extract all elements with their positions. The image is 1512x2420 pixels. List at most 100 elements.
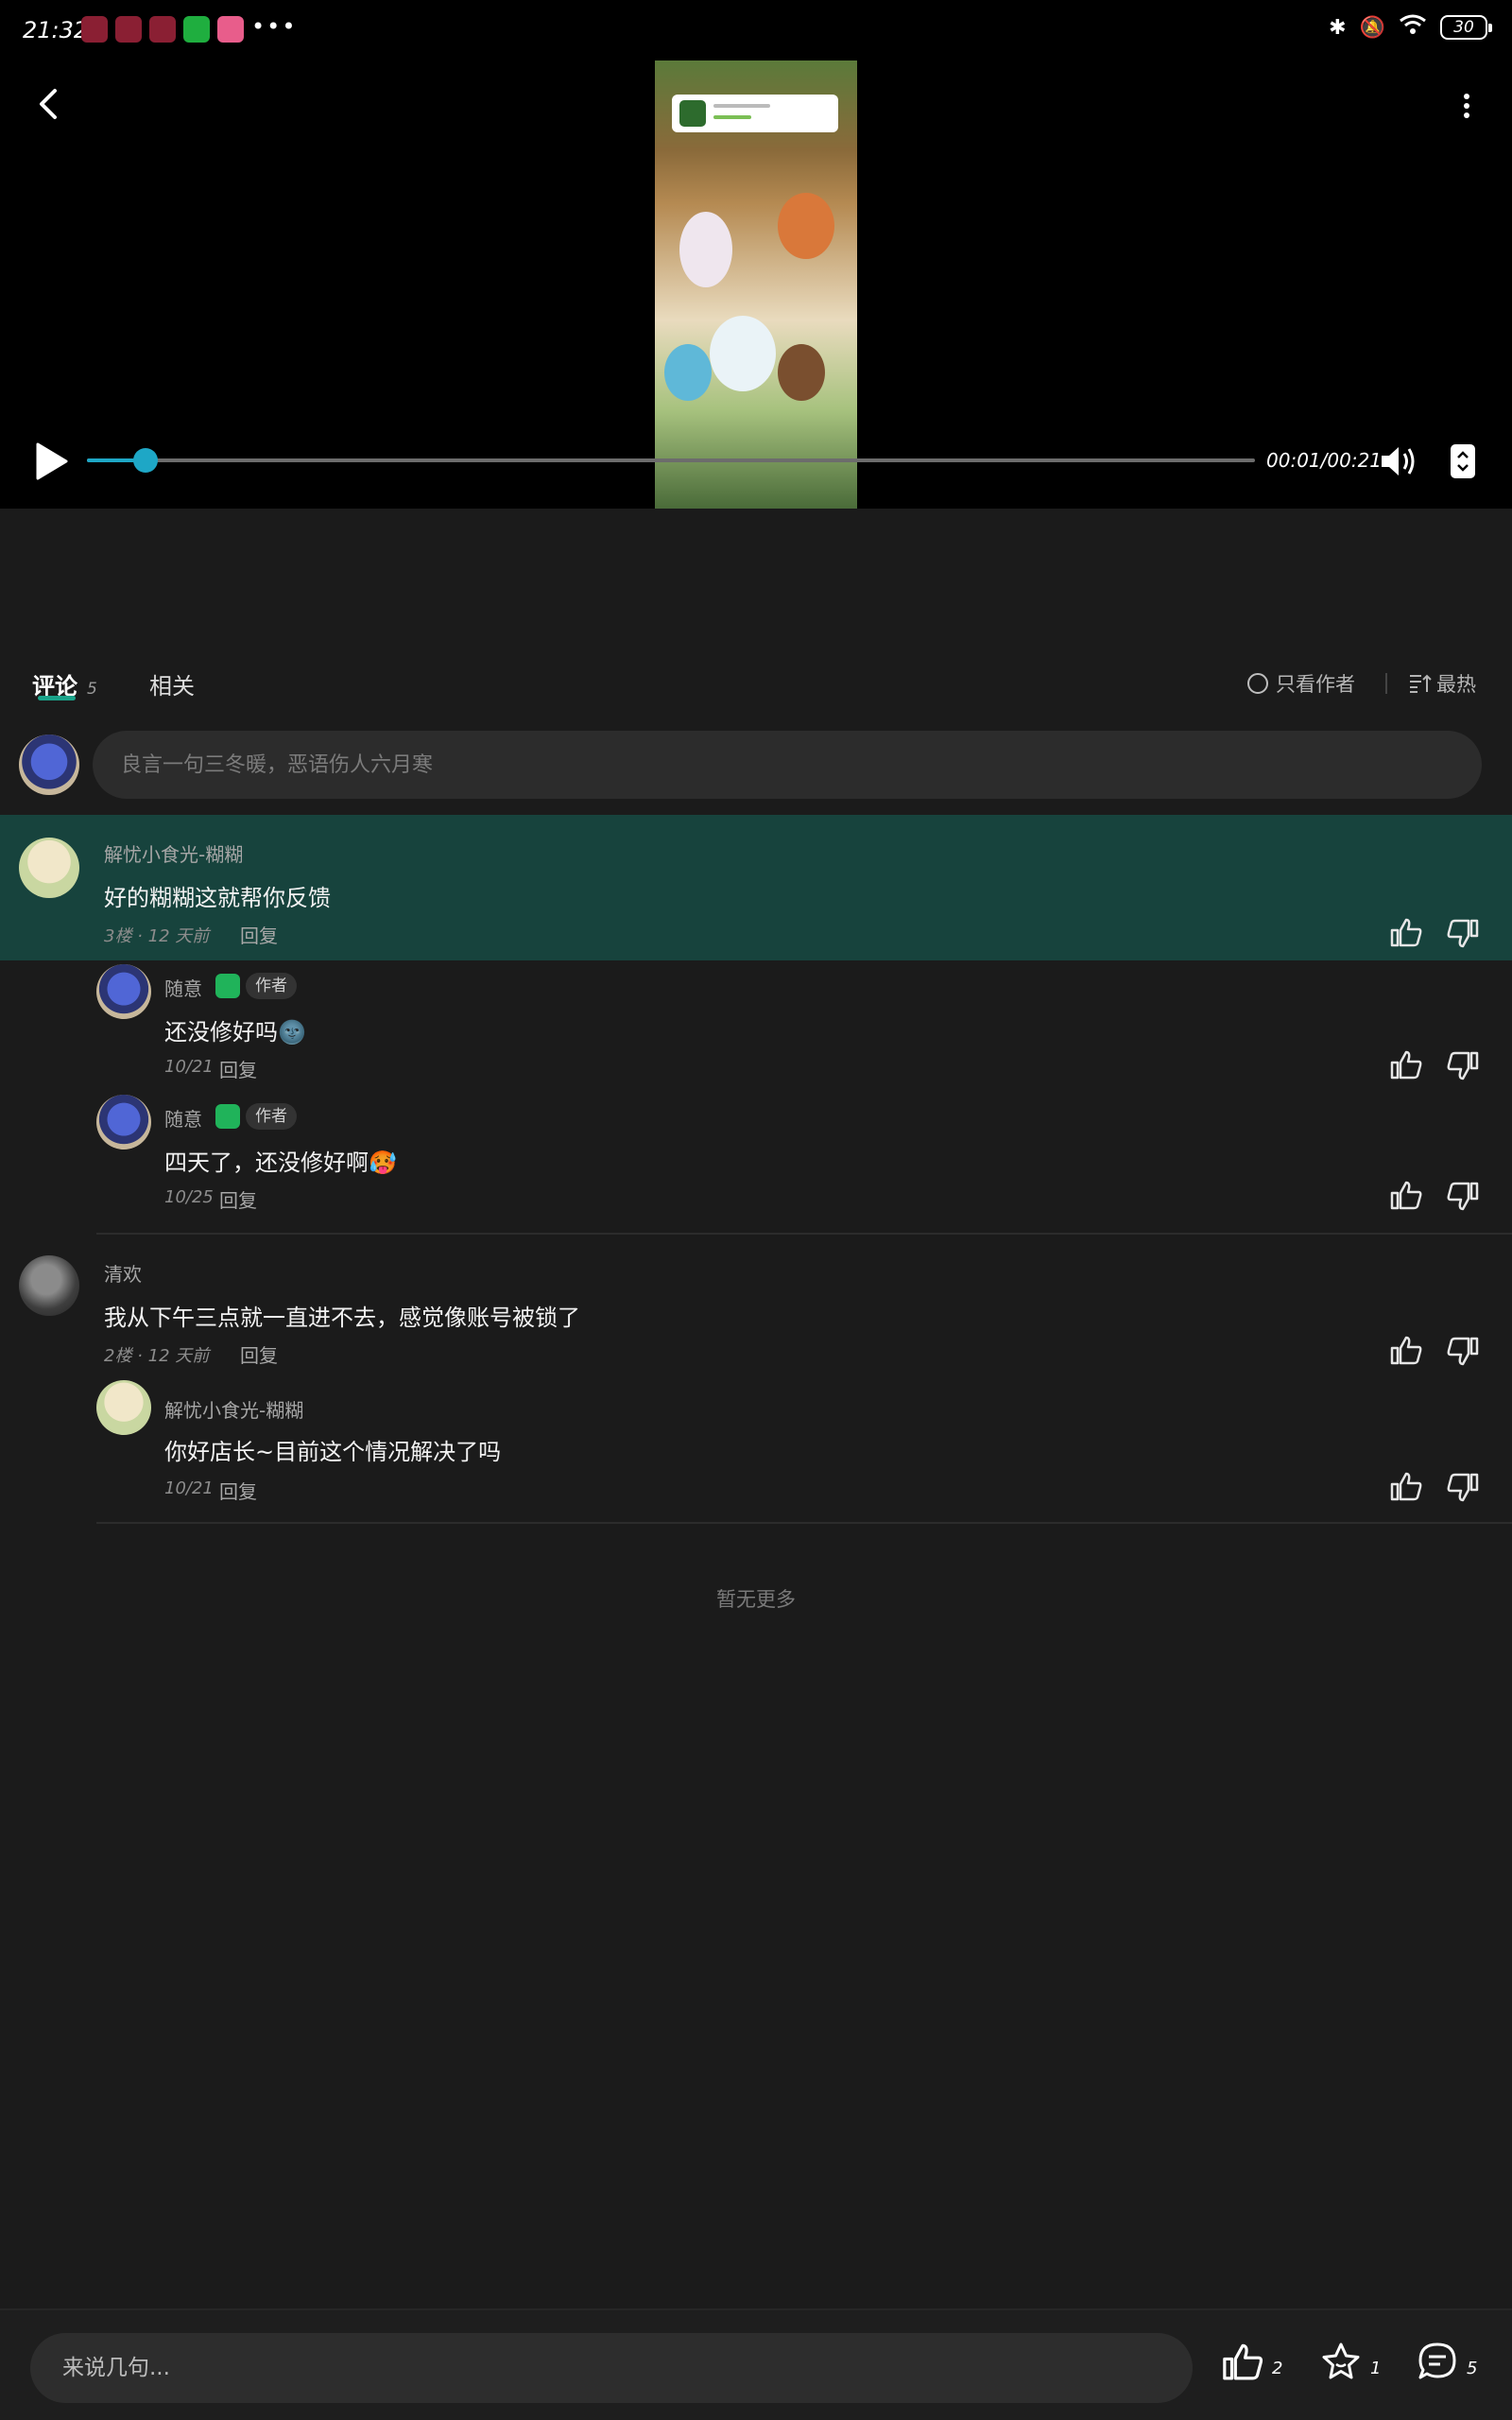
more-notifications-icon: ••• — [251, 13, 298, 40]
like-button[interactable] — [1389, 1180, 1423, 1210]
comments-button[interactable]: 5 — [1416, 2341, 1477, 2382]
volume-icon — [1382, 447, 1415, 475]
reply-button[interactable]: 回复 — [240, 1340, 278, 1368]
comments-count: 5 — [1467, 2358, 1478, 2378]
dislike-button[interactable] — [1446, 1051, 1480, 1081]
mute-icon: 🔕 — [1359, 15, 1385, 40]
sort-icon — [1410, 674, 1432, 693]
radio-icon — [1247, 673, 1268, 694]
author-only-label: 只看作者 — [1276, 673, 1355, 696]
thumbs-up-icon — [1390, 1472, 1422, 1501]
reply-button[interactable]: 回复 — [219, 1185, 257, 1213]
like-button[interactable] — [1389, 1335, 1423, 1365]
volume-button[interactable] — [1378, 442, 1419, 480]
like-count: 2 — [1272, 2358, 1283, 2378]
dislike-button[interactable] — [1446, 1182, 1480, 1212]
author-only-toggle[interactable]: 只看作者 — [1247, 669, 1355, 698]
reply-date: 10/21 — [164, 1057, 214, 1077]
comment-bubble-icon — [1418, 2342, 1456, 2379]
video-frame — [655, 60, 857, 509]
comment-meta: 3楼 · 12 天前 — [104, 926, 210, 946]
tab-related[interactable]: 相关 — [149, 667, 195, 700]
comment-item: 清欢 我从下午三点就一直进不去，感觉像账号被锁了 2楼 · 12 天前 回复 — [0, 1235, 1512, 1376]
avatar[interactable] — [19, 1255, 79, 1316]
reply-item: 随意 作者 还没修好吗🌚 10/21 回复 — [0, 960, 1512, 1093]
favorite-button[interactable]: 1 — [1319, 2341, 1381, 2382]
reply-button[interactable]: 回复 — [219, 1055, 257, 1082]
author-badge-icon — [215, 1104, 240, 1129]
my-avatar — [19, 735, 79, 795]
thumbs-down-icon — [1447, 919, 1479, 948]
like-button[interactable] — [1389, 917, 1423, 947]
thumbs-down-icon — [1447, 1182, 1479, 1211]
video-player[interactable]: 21:32 ••• ✱ 🔕 30 00:01/00:21 — [0, 0, 1512, 509]
system-status-icons: ✱ 🔕 30 — [1329, 13, 1492, 42]
reply-date: 10/25 — [164, 1187, 214, 1207]
avatar[interactable] — [19, 838, 79, 898]
sort-button[interactable]: 最热 — [1408, 669, 1476, 698]
comment-meta: 2楼 · 12 天前 — [104, 1346, 210, 1366]
reply-username[interactable]: 解忧小食光-糊糊 — [164, 1395, 303, 1423]
fullscreen-button[interactable] — [1450, 442, 1476, 480]
reply-button[interactable]: 回复 — [219, 1477, 257, 1504]
thumbs-down-icon — [1447, 1473, 1479, 1502]
reply-button[interactable]: 回复 — [240, 921, 278, 948]
sort-label: 最热 — [1436, 673, 1476, 696]
progress-bar[interactable] — [87, 448, 1255, 473]
dislike-button[interactable] — [1446, 919, 1480, 949]
reply-item: 解忧小食光-糊糊 你好店长~目前这个情况解决了吗 10/21 回复 — [0, 1376, 1512, 1518]
thumbs-up-icon — [1390, 1050, 1422, 1080]
thumbs-up-icon — [1390, 918, 1422, 947]
bluetooth-icon: ✱ — [1329, 15, 1347, 40]
huawei-notification-icon — [81, 16, 108, 43]
like-button[interactable] — [1389, 1471, 1423, 1501]
divider — [1385, 673, 1387, 694]
wifi-icon — [1399, 13, 1427, 42]
divider — [96, 1522, 1512, 1524]
comment-item: 解忧小食光-糊糊 好的糊糊这就帮你反馈 3楼 · 12 天前 回复 — [0, 815, 1512, 960]
video-frame-popup — [672, 95, 838, 132]
comment-input[interactable] — [93, 731, 1482, 799]
fullscreen-icon — [1451, 444, 1475, 478]
like-button[interactable] — [1389, 1049, 1423, 1080]
favorite-count: 1 — [1370, 2358, 1382, 2378]
avatar[interactable] — [96, 964, 151, 1019]
back-button[interactable] — [28, 83, 70, 125]
dislike-button[interactable] — [1446, 1473, 1480, 1503]
reply-username[interactable]: 随意 — [164, 1104, 202, 1132]
thumbs-up-icon — [1390, 1181, 1422, 1210]
huawei-notification-icon — [149, 16, 176, 43]
play-icon — [36, 442, 68, 480]
time-display: 00:01/00:21 — [1266, 449, 1383, 472]
comment-text: 好的糊糊这就帮你反馈 — [104, 885, 331, 911]
like-post-button[interactable]: 2 — [1221, 2341, 1282, 2382]
battery-icon: 30 — [1440, 15, 1492, 40]
huawei-notification-icon — [115, 16, 142, 43]
wechat-notification-icon — [183, 16, 210, 43]
comment-username[interactable]: 解忧小食光-糊糊 — [104, 839, 243, 867]
play-button[interactable] — [32, 441, 70, 482]
avatar[interactable] — [96, 1095, 151, 1150]
comment-username[interactable]: 清欢 — [104, 1259, 142, 1287]
star-icon — [1322, 2342, 1360, 2379]
status-time: 21:32 — [23, 17, 89, 43]
reply-item: 随意 作者 四天了，还没修好啊🥵 10/25 回复 — [0, 1091, 1512, 1233]
thumbs-up-icon — [1223, 2343, 1263, 2380]
bottom-bar: 2 1 5 — [0, 2308, 1512, 2420]
author-badge: 作者 — [246, 1103, 297, 1130]
author-badge-icon — [215, 974, 240, 998]
more-vertical-icon — [1464, 94, 1469, 118]
reply-text: 还没修好吗🌚 — [164, 1019, 306, 1046]
reply-text: 你好店长~目前这个情况解决了吗 — [164, 1439, 502, 1465]
author-badge: 作者 — [246, 973, 297, 999]
thumbs-down-icon — [1447, 1051, 1479, 1080]
bottom-comment-input[interactable] — [30, 2333, 1193, 2403]
more-options-button[interactable] — [1446, 85, 1487, 127]
progress-handle[interactable] — [132, 448, 158, 473]
thumbs-down-icon — [1447, 1337, 1479, 1366]
reply-username[interactable]: 随意 — [164, 974, 202, 1001]
dislike-button[interactable] — [1446, 1337, 1480, 1367]
avatar[interactable] — [96, 1380, 151, 1435]
comment-text: 我从下午三点就一直进不去，感觉像账号被锁了 — [104, 1305, 580, 1331]
reply-text: 四天了，还没修好啊🥵 — [164, 1150, 397, 1176]
